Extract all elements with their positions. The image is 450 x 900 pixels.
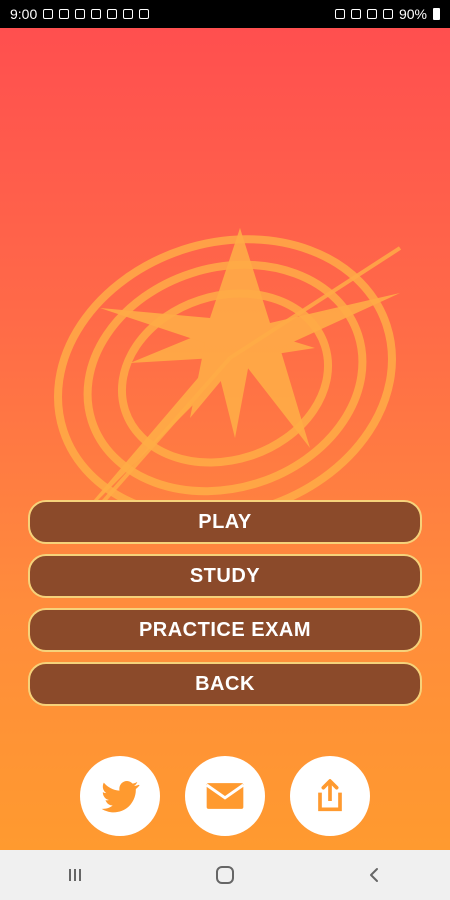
notification-icon (43, 9, 54, 19)
status-right: 90% (334, 6, 440, 22)
status-left: 9:00 (10, 6, 150, 22)
battery-percent: 90% (398, 6, 427, 22)
mute-icon (350, 9, 361, 19)
practice-exam-button[interactable]: PRACTICE EXAM (28, 608, 422, 652)
twitter-icon (101, 781, 140, 813)
mail-button[interactable] (185, 756, 265, 836)
status-bar: 9:00 90% (0, 0, 450, 28)
status-time: 9:00 (10, 6, 38, 22)
battery-icon (433, 8, 440, 20)
share-button[interactable] (290, 756, 370, 836)
home-button[interactable] (195, 855, 255, 895)
recent-apps-icon (69, 869, 81, 881)
message-icon (59, 9, 70, 19)
gallery-icon (75, 9, 86, 19)
nfc-icon (334, 9, 345, 19)
main-screen: PLAY STUDY PRACTICE EXAM BACK (0, 28, 450, 850)
flag-icon (139, 9, 150, 19)
recent-apps-button[interactable] (45, 855, 105, 895)
system-navigation-bar (0, 850, 450, 900)
social-buttons (80, 756, 370, 836)
image-icon (123, 9, 134, 19)
signal-icon (382, 9, 393, 19)
share-icon (318, 779, 342, 812)
app-icon (91, 9, 102, 19)
main-menu: PLAY STUDY PRACTICE EXAM BACK (28, 500, 422, 716)
back-nav-button[interactable] (345, 855, 405, 895)
sync-icon (107, 9, 118, 19)
play-button[interactable]: PLAY (28, 500, 422, 544)
mail-icon (205, 783, 245, 809)
home-icon (216, 866, 234, 884)
back-button[interactable]: BACK (28, 662, 422, 706)
back-icon (370, 868, 378, 882)
wifi-icon (366, 9, 377, 19)
study-button[interactable]: STUDY (28, 554, 422, 598)
twitter-button[interactable] (80, 756, 160, 836)
